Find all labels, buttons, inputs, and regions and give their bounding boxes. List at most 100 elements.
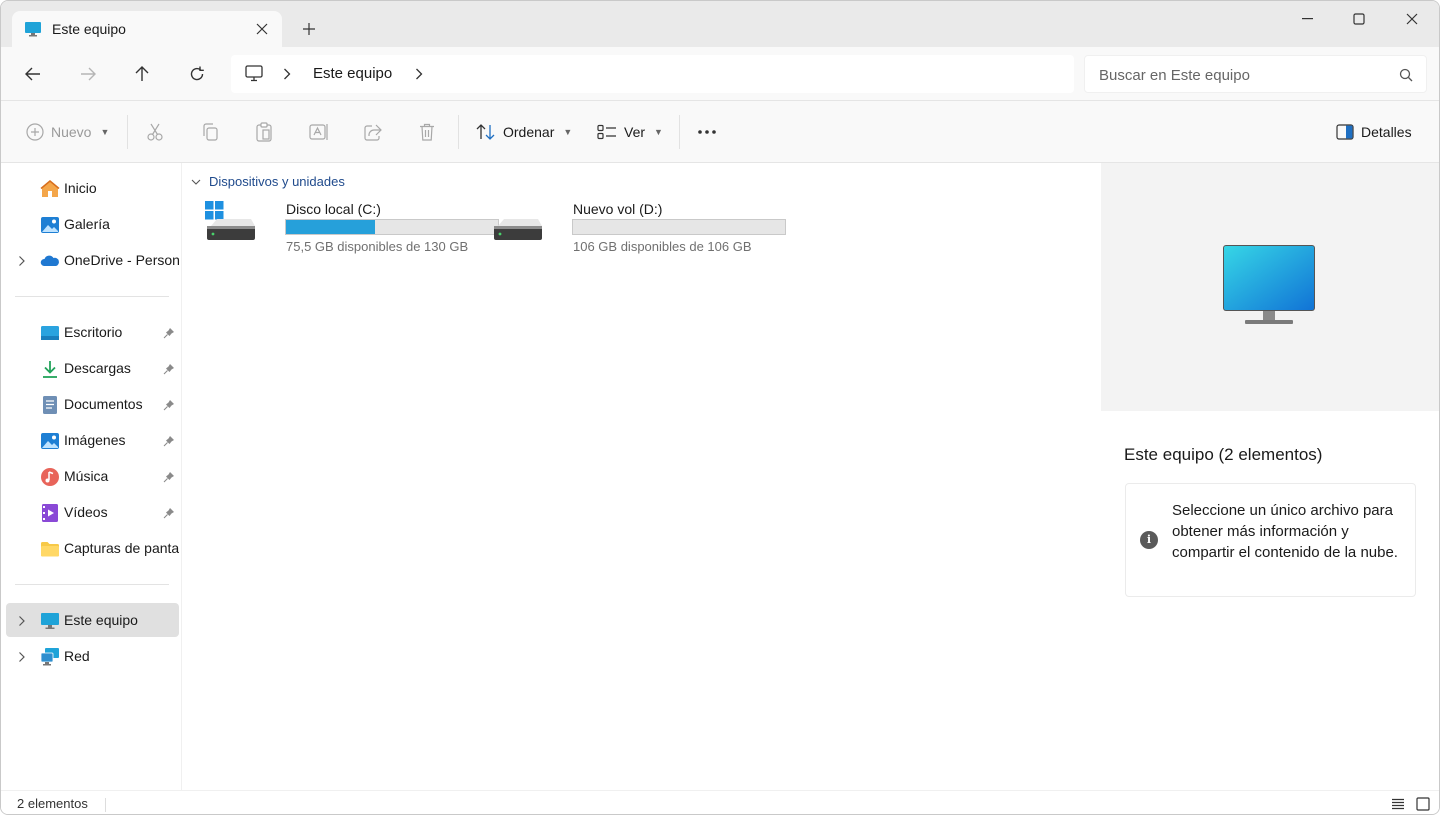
chevron-down-icon: ▼ [100, 127, 110, 137]
sidebar-item-label: Descargas [64, 360, 131, 376]
sidebar-divider [15, 584, 169, 585]
drive-item-d[interactable]: Nuevo vol (D:) 106 GB disponibles de 106… [492, 199, 786, 259]
maximize-button[interactable] [1336, 5, 1382, 33]
up-button[interactable] [128, 60, 156, 88]
cut-button[interactable] [146, 117, 164, 147]
search-icon[interactable] [1399, 68, 1413, 85]
drive-usage-fill [286, 220, 376, 234]
download-icon [40, 359, 60, 379]
rename-icon [309, 124, 328, 140]
sidebar-item-videos[interactable]: Vídeos [6, 495, 179, 529]
pin-icon[interactable] [163, 326, 175, 342]
sidebar-item-label: Vídeos [64, 504, 108, 520]
pin-icon[interactable] [163, 506, 175, 522]
new-tab-button[interactable] [297, 17, 321, 41]
search-input[interactable] [1099, 64, 1389, 86]
computer-icon [40, 611, 60, 631]
chevron-down-icon: ▼ [654, 127, 663, 137]
folder-icon [40, 539, 60, 559]
drive-item-c[interactable]: Disco local (C:) 75,5 GB disponibles de … [205, 199, 499, 259]
details-pane-button[interactable]: Detalles [1336, 117, 1412, 147]
item-count: 2 elementos [17, 796, 88, 811]
share-icon [364, 124, 382, 141]
music-icon [40, 467, 60, 487]
tiles-view-button[interactable] [1414, 795, 1432, 813]
toolbar-divider [458, 115, 459, 149]
sidebar-item-escritorio[interactable]: Escritorio [6, 315, 179, 349]
sidebar-item-este-equipo[interactable]: Este equipo [6, 603, 179, 637]
rename-button[interactable] [309, 117, 329, 147]
sidebar-item-onedrive[interactable]: OneDrive - Persona [6, 243, 179, 277]
delete-button[interactable] [419, 117, 435, 147]
back-button[interactable] [19, 60, 47, 88]
refresh-button[interactable] [183, 60, 211, 88]
plus-icon [303, 23, 315, 35]
sidebar-divider [15, 296, 169, 297]
computer-icon [24, 21, 42, 40]
group-header-devices[interactable]: Dispositivos y unidades [191, 174, 345, 189]
search-box[interactable] [1084, 55, 1427, 93]
toolbar-divider [127, 115, 128, 149]
drive-icon [492, 199, 544, 248]
sidebar-item-label: Capturas de pantall [64, 540, 179, 556]
chevron-right-icon[interactable] [18, 614, 26, 630]
refresh-icon [190, 66, 204, 81]
sidebar-item-label: Escritorio [64, 324, 123, 340]
sidebar-item-descargas[interactable]: Descargas [6, 351, 179, 385]
pin-icon[interactable] [163, 362, 175, 378]
pin-icon[interactable] [163, 470, 175, 486]
chevron-right-icon[interactable] [18, 254, 26, 270]
copy-button[interactable] [201, 117, 219, 147]
tab-este-equipo[interactable]: Este equipo [12, 11, 282, 47]
minimize-button[interactable] [1285, 5, 1331, 33]
forward-button[interactable] [74, 60, 102, 88]
view-button[interactable]: Ver ▼ [597, 117, 663, 147]
drive-usage-bar [572, 219, 786, 235]
chevron-right-icon[interactable] [18, 650, 26, 666]
details-view-button[interactable] [1389, 795, 1407, 813]
details-title: Este equipo (2 elementos) [1124, 445, 1323, 464]
close-icon [256, 23, 268, 35]
share-button[interactable] [364, 117, 382, 147]
sidebar-item-galeria[interactable]: Galería [6, 207, 179, 241]
close-tab-button[interactable] [250, 17, 274, 41]
details-pane: Este equipo (2 elementos) i Seleccione u… [1101, 163, 1439, 790]
breadcrumb-este-equipo[interactable]: Este equipo [313, 65, 392, 82]
info-icon: i [1140, 531, 1158, 549]
sidebar-item-musica[interactable]: Música [6, 459, 179, 493]
videos-icon [40, 503, 60, 523]
address-bar[interactable]: Este equipo [231, 55, 1074, 93]
drive-usage-bar [285, 219, 499, 235]
sidebar-item-red[interactable]: Red [6, 639, 179, 673]
command-bar: Nuevo ▼ Ordenar ▼ Ver ▼ Detalles [1, 101, 1439, 163]
close-window-button[interactable] [1389, 5, 1435, 33]
chevron-right-icon[interactable] [283, 67, 291, 83]
documents-icon [40, 395, 60, 415]
title-bar: Este equipo [1, 1, 1439, 47]
desktop-icon [40, 323, 60, 343]
details-preview [1101, 163, 1439, 411]
paste-button[interactable] [255, 117, 273, 147]
pin-icon[interactable] [163, 398, 175, 414]
details-pane-icon [1336, 124, 1354, 140]
navigation-bar: Este equipo [1, 47, 1439, 101]
more-options-button[interactable] [697, 117, 717, 147]
gallery-icon [40, 215, 60, 235]
chevron-right-icon[interactable] [415, 67, 423, 83]
sidebar-item-label: Este equipo [64, 612, 138, 628]
sidebar-item-inicio[interactable]: Inicio [6, 171, 179, 205]
new-button-label: Nuevo [51, 124, 92, 140]
status-bar: 2 elementos [1, 790, 1439, 814]
pin-icon[interactable] [163, 434, 175, 450]
sidebar-item-capturas[interactable]: Capturas de pantall [6, 531, 179, 565]
sidebar-item-documentos[interactable]: Documentos [6, 387, 179, 421]
sort-button[interactable]: Ordenar ▼ [476, 117, 572, 147]
scissors-icon [147, 123, 163, 141]
tiles-view-icon [1416, 797, 1430, 811]
group-header-label: Dispositivos y unidades [209, 174, 345, 189]
new-button[interactable]: Nuevo ▼ [26, 117, 109, 147]
view-button-label: Ver [624, 124, 646, 140]
sidebar-item-imagenes[interactable]: Imágenes [6, 423, 179, 457]
sidebar-item-label: Red [64, 648, 90, 664]
toolbar-divider [679, 115, 680, 149]
